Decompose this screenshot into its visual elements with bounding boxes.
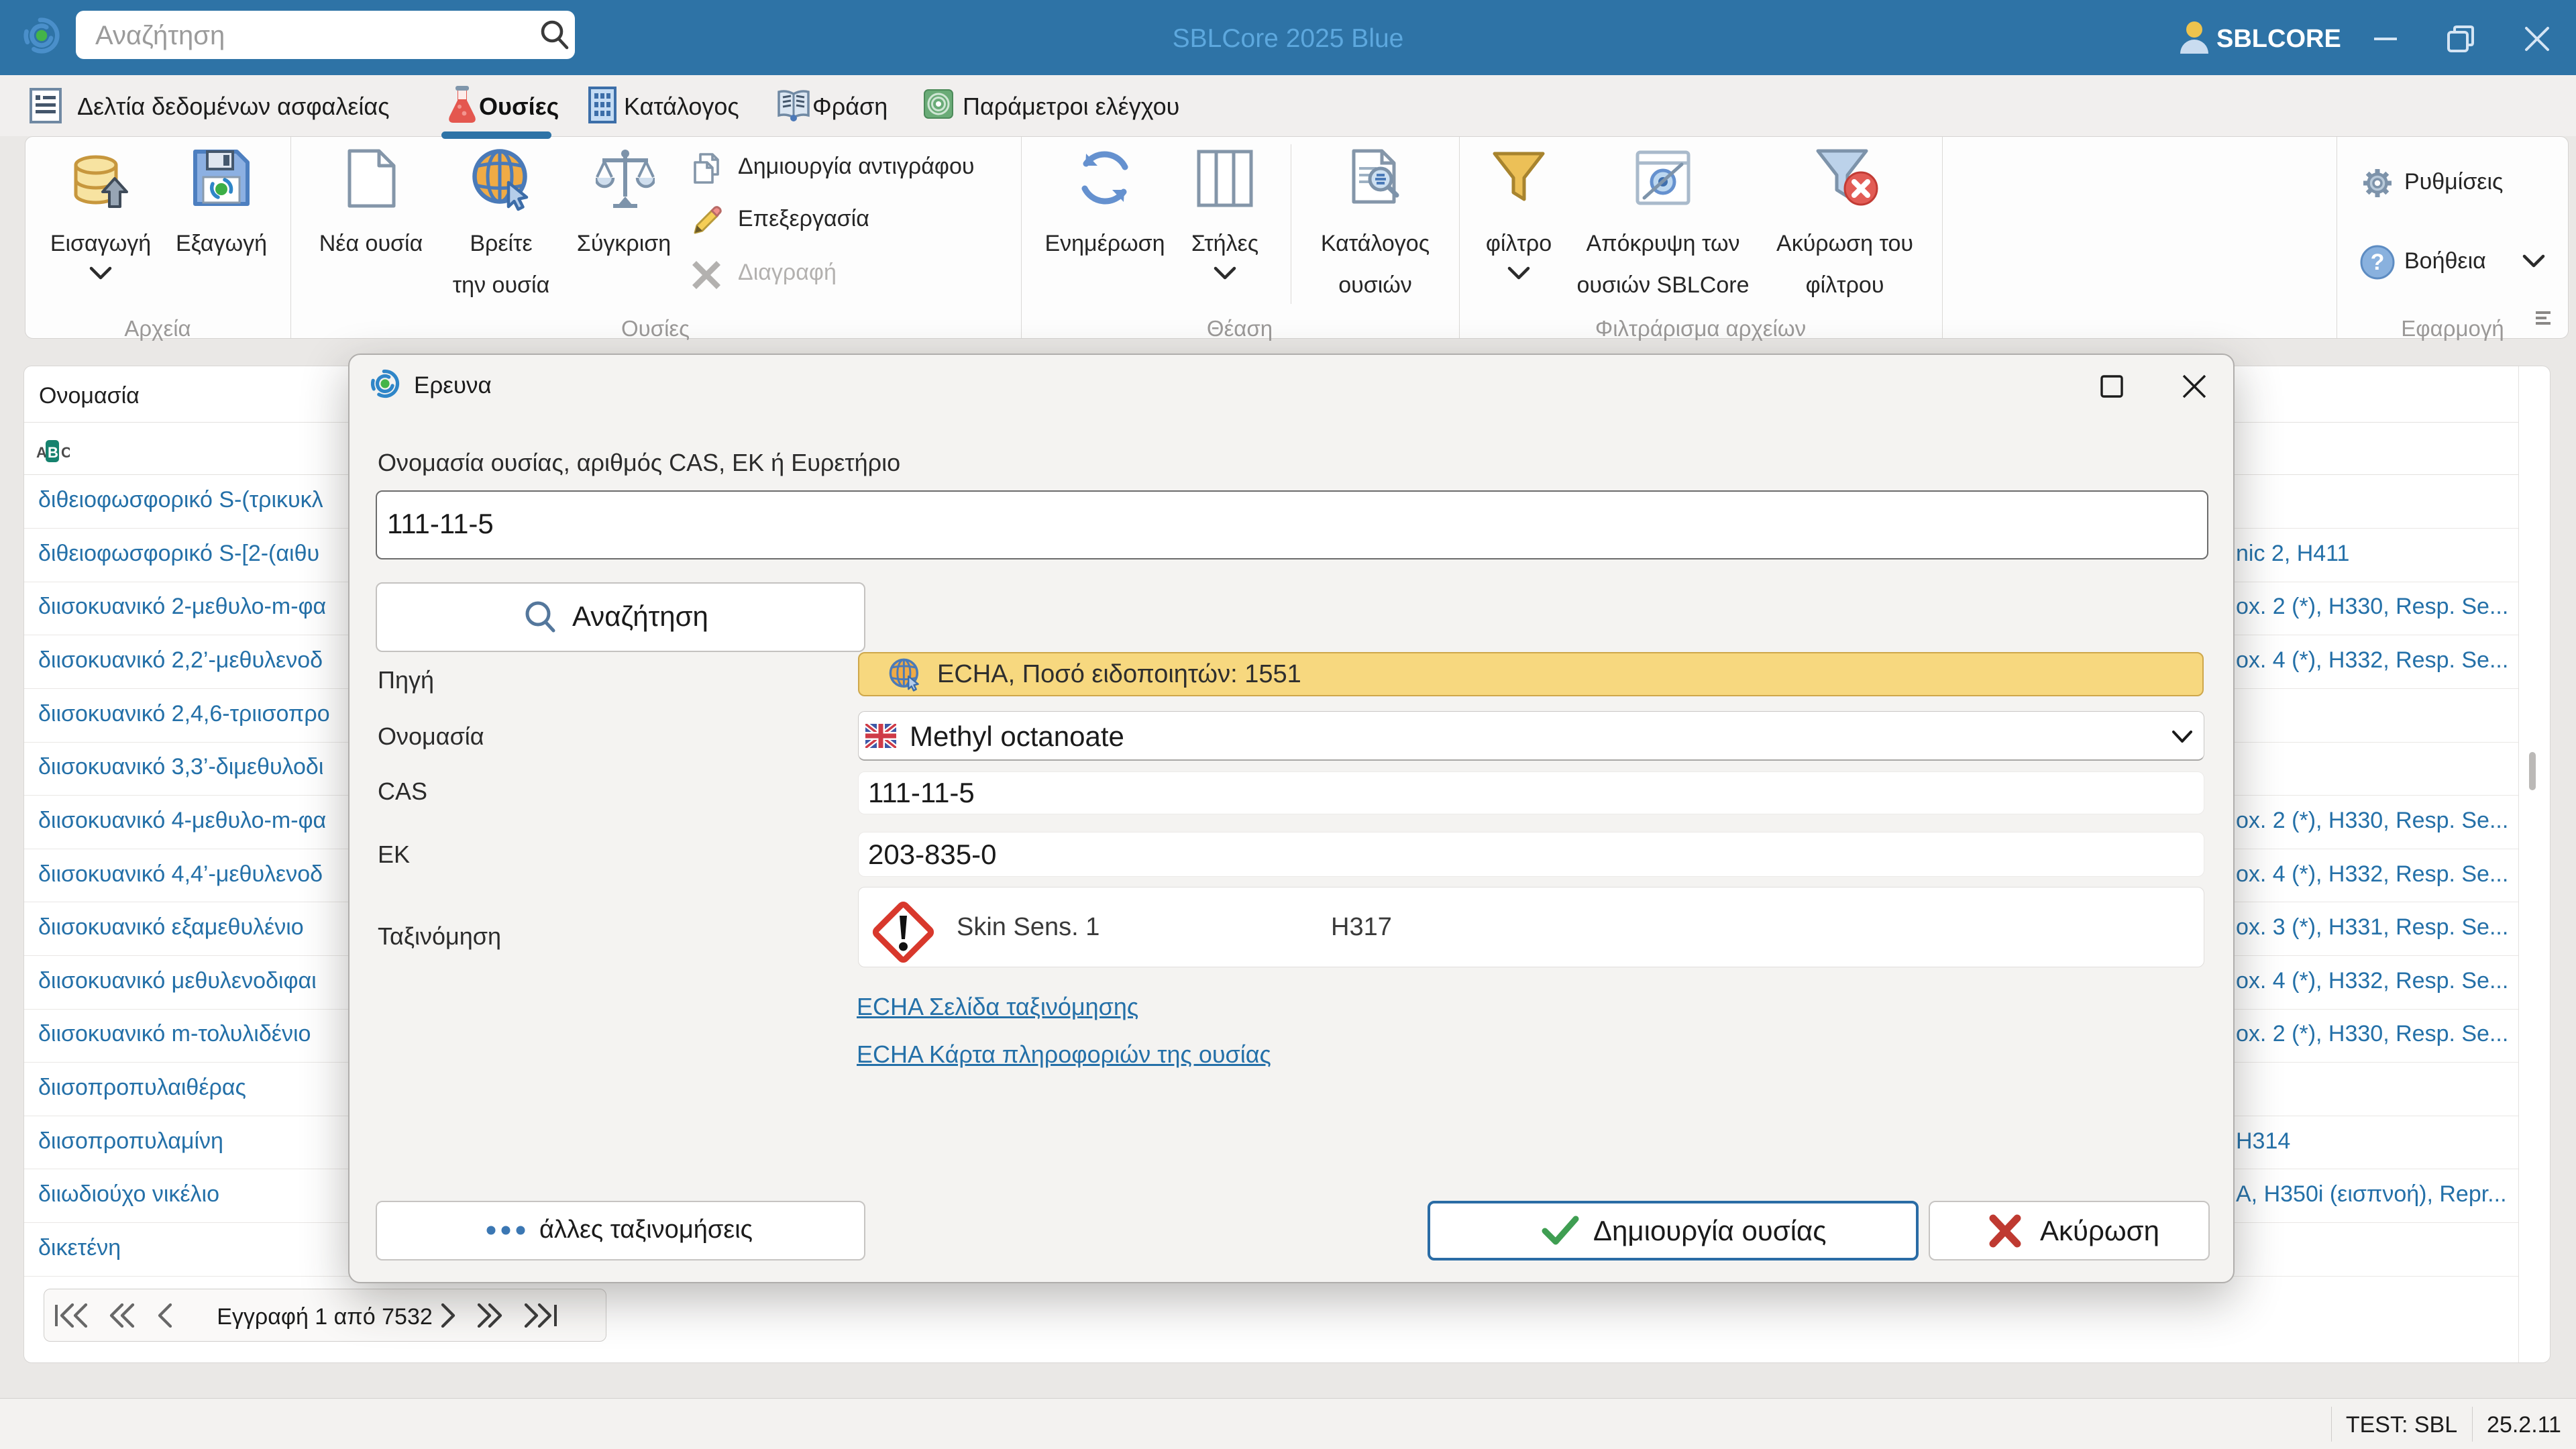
svg-text:A: A bbox=[36, 444, 47, 461]
svg-text:B: B bbox=[48, 444, 58, 461]
svg-text:C: C bbox=[61, 444, 70, 461]
svg-text:?: ? bbox=[2371, 250, 2385, 275]
